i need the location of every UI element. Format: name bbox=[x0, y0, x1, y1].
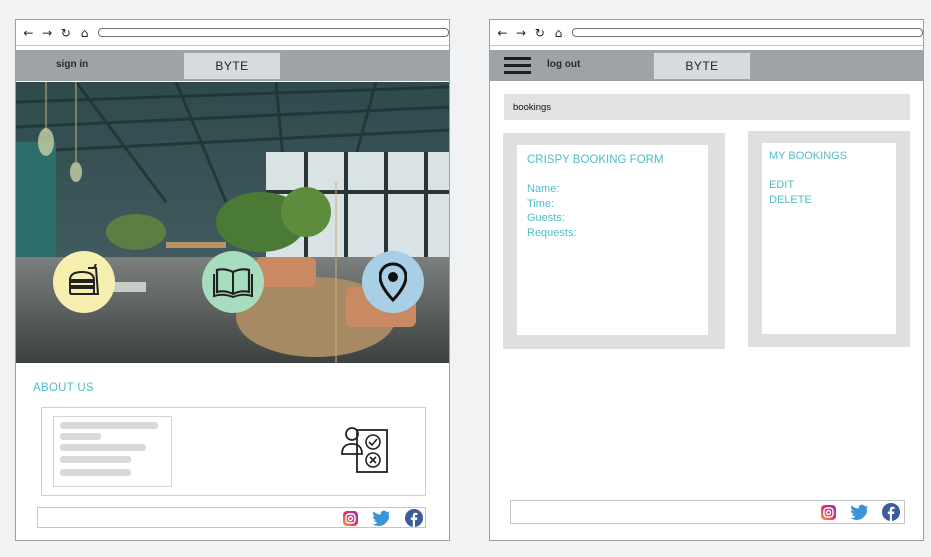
restaurant-interior-illustration bbox=[16, 82, 449, 363]
address-bar[interactable] bbox=[571, 28, 923, 37]
brand-button[interactable]: BYTE bbox=[183, 52, 281, 80]
back-arrow-icon[interactable]: ← bbox=[19, 27, 38, 39]
booking-actions: EDIT DELETE bbox=[769, 178, 812, 207]
about-us-card bbox=[41, 407, 426, 496]
about-us-heading: ABOUT US bbox=[33, 382, 94, 394]
reload-icon[interactable]: ↻ bbox=[56, 27, 75, 39]
twitter-icon[interactable] bbox=[372, 510, 391, 527]
booking-form-fields: Name: Time: Guests: Requests: bbox=[527, 182, 577, 240]
facebook-icon[interactable] bbox=[405, 509, 423, 527]
hero-image bbox=[16, 82, 449, 363]
browser-window-bookings: ← → ↻ ⌂ log out BYTE bookings CRISPY BOO… bbox=[489, 19, 924, 541]
placeholder-line bbox=[60, 469, 131, 476]
footer-bar bbox=[510, 500, 905, 524]
breadcrumb: bookings bbox=[504, 94, 910, 120]
forward-arrow-icon[interactable]: → bbox=[38, 27, 57, 39]
booking-form-panel: CRISPY BOOKING FORM Name: Time: Guests: … bbox=[503, 133, 725, 349]
log-out-link[interactable]: log out bbox=[547, 59, 580, 70]
my-bookings-title: MY BOOKINGS bbox=[769, 150, 848, 162]
forward-arrow-icon[interactable]: → bbox=[512, 27, 531, 39]
placeholder-line bbox=[60, 422, 158, 429]
about-circle-button[interactable] bbox=[202, 251, 264, 313]
booking-form-title: CRISPY BOOKING FORM bbox=[527, 154, 664, 166]
footer-bar bbox=[37, 507, 426, 528]
placeholder-line bbox=[60, 456, 131, 463]
address-bar[interactable] bbox=[97, 28, 449, 37]
hamburger-menu-icon[interactable] bbox=[504, 57, 531, 74]
menu-circle-button[interactable] bbox=[53, 251, 115, 313]
my-bookings-panel: MY BOOKINGS EDIT DELETE bbox=[748, 131, 910, 347]
back-arrow-icon[interactable]: ← bbox=[493, 27, 512, 39]
twitter-icon[interactable] bbox=[850, 504, 869, 521]
booking-form: CRISPY BOOKING FORM Name: Time: Guests: … bbox=[517, 145, 708, 335]
edit-booking-link[interactable]: EDIT bbox=[769, 178, 812, 193]
home-icon[interactable]: ⌂ bbox=[549, 27, 568, 39]
brand-button[interactable]: BYTE bbox=[653, 52, 751, 80]
site-header: log out BYTE bbox=[490, 50, 923, 81]
book-icon bbox=[213, 268, 253, 298]
instagram-icon[interactable] bbox=[820, 504, 837, 521]
site-header: sign in BYTE bbox=[16, 50, 449, 81]
browser-toolbar: ← → ↻ ⌂ bbox=[490, 20, 923, 46]
placeholder-line bbox=[60, 433, 101, 440]
time-field-label[interactable]: Time: bbox=[527, 197, 577, 212]
location-pin-icon bbox=[379, 262, 407, 302]
facebook-icon[interactable] bbox=[882, 503, 900, 521]
requests-field-label[interactable]: Requests: bbox=[527, 226, 577, 241]
document-checklist-icon bbox=[341, 427, 388, 473]
reload-icon[interactable]: ↻ bbox=[530, 27, 549, 39]
browser-window-home: ← → ↻ ⌂ sign in BYTE ABOUT US bbox=[15, 19, 450, 541]
placeholder-line bbox=[60, 444, 146, 451]
instagram-icon[interactable] bbox=[342, 510, 359, 527]
home-icon[interactable]: ⌂ bbox=[75, 27, 94, 39]
name-field-label[interactable]: Name: bbox=[527, 182, 577, 197]
sign-in-link[interactable]: sign in bbox=[56, 59, 88, 70]
browser-toolbar: ← → ↻ ⌂ bbox=[16, 20, 449, 46]
about-text-placeholder bbox=[53, 416, 172, 487]
delete-booking-link[interactable]: DELETE bbox=[769, 193, 812, 208]
guests-field-label[interactable]: Guests: bbox=[527, 211, 577, 226]
food-drink-icon bbox=[68, 264, 100, 295]
location-circle-button[interactable] bbox=[362, 251, 424, 313]
my-bookings-list: MY BOOKINGS EDIT DELETE bbox=[762, 143, 896, 334]
